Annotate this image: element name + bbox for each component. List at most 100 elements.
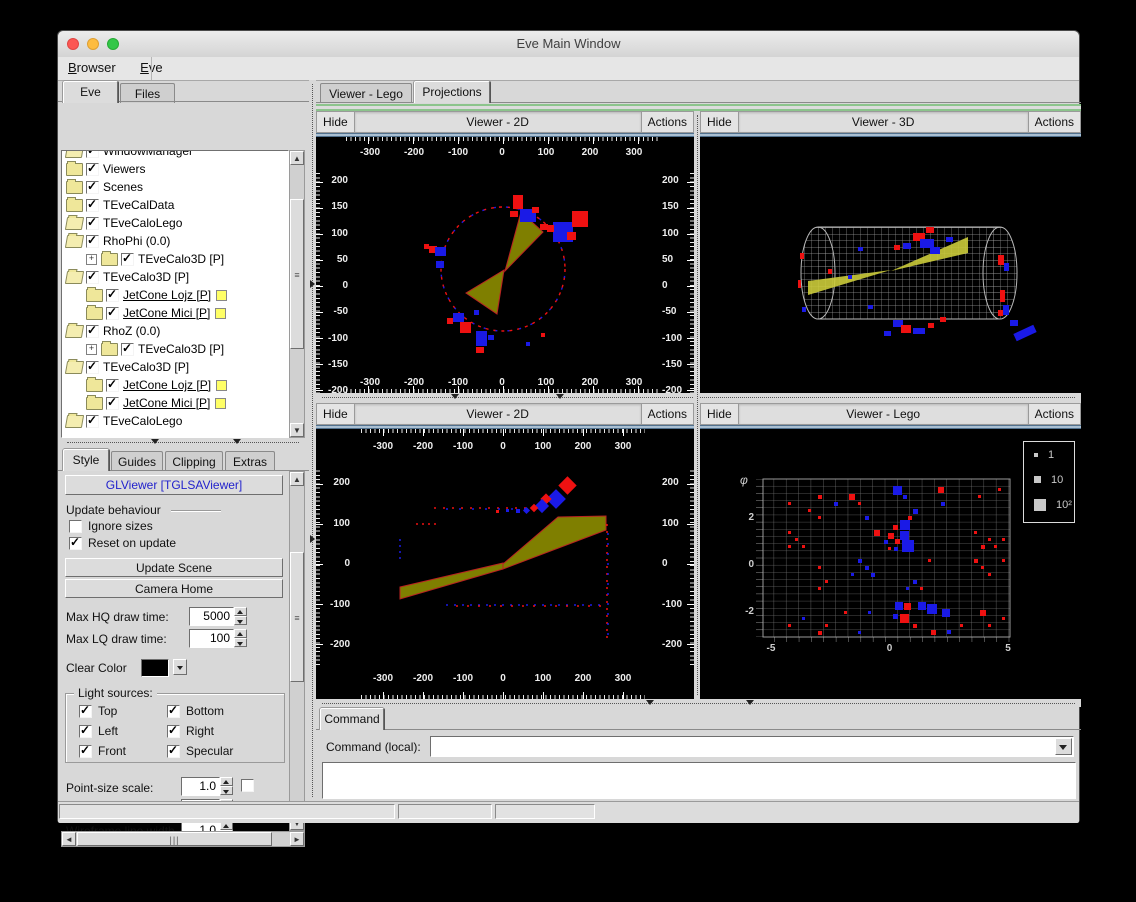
tree-item[interactable]: +TEveCalo3D [P] [62, 340, 288, 358]
viewer3-viewport[interactable]: -300-200-1000100200300 -300-200-10001002… [316, 429, 694, 699]
splitter-arrow-icon[interactable] [746, 700, 754, 705]
spinner-arrows-icon[interactable] [234, 607, 247, 625]
viewer1-viewport[interactable]: -300-200-1000100200300 -300-200-10001002… [316, 137, 694, 393]
tab-extras[interactable]: Extras [225, 451, 275, 471]
tree-checkbox[interactable] [86, 361, 99, 374]
combo-dropdown-icon[interactable] [1055, 738, 1072, 755]
tab-style[interactable]: Style [63, 449, 109, 471]
tree-checkbox[interactable] [86, 181, 99, 194]
light-left-checkbox-row[interactable]: Left [79, 724, 167, 738]
tree-item[interactable]: JetCone Mici [P] [62, 394, 288, 412]
max-lq-value[interactable]: 100 [189, 629, 234, 648]
viewer1-actions-button[interactable]: Actions [641, 112, 693, 132]
tree-item[interactable]: +TEveCalo3D [P] [62, 250, 288, 268]
tree-checkbox[interactable] [121, 343, 134, 356]
checkbox[interactable] [69, 520, 82, 533]
scroll-right-icon[interactable]: ► [290, 832, 304, 846]
light-bottom-checkbox-row[interactable]: Bottom [167, 704, 267, 718]
tree-scroll-thumb[interactable]: ≡ [290, 199, 304, 349]
tree-item[interactable]: Viewers [62, 160, 288, 178]
spinner-arrows-icon[interactable] [234, 629, 247, 647]
splitter-arrow-icon[interactable] [233, 439, 241, 444]
tree-expander-icon[interactable]: + [86, 254, 97, 265]
tree-checkbox[interactable] [106, 307, 119, 320]
checkbox[interactable] [79, 705, 92, 718]
menu-browser[interactable]: Browser [58, 57, 126, 80]
light-right-checkbox-row[interactable]: Right [167, 724, 267, 738]
glviewer-button[interactable]: GLViewer [TGLSAViewer] [65, 475, 283, 495]
spinner-arrows-icon[interactable] [220, 777, 233, 795]
point-size-spinbox[interactable]: 1.0 [181, 777, 233, 796]
point-size-checkbox[interactable] [241, 779, 254, 792]
tree-scrollbar[interactable]: ▲ ▼ ≡ [289, 150, 305, 438]
color-tag[interactable] [216, 380, 227, 391]
scroll-left-icon[interactable]: ◄ [62, 832, 76, 846]
checkbox[interactable] [167, 745, 180, 758]
splitter-arrow-icon[interactable] [646, 700, 654, 705]
color-tag[interactable] [215, 398, 226, 409]
light-top-checkbox-row[interactable]: Top [79, 704, 167, 718]
checkbox[interactable] [69, 537, 82, 550]
color-tag[interactable] [216, 290, 227, 301]
tree-checkbox[interactable] [86, 199, 99, 212]
tree-checkbox[interactable] [106, 289, 119, 302]
camera-home-button[interactable]: Camera Home [65, 579, 283, 598]
tree-checkbox[interactable] [86, 235, 99, 248]
viewer-column-splitter[interactable] [694, 111, 700, 699]
splitter-arrow-icon[interactable] [556, 394, 564, 399]
clear-color-dropdown-icon[interactable] [173, 659, 187, 675]
viewer3-hide-button[interactable]: Hide [317, 404, 355, 424]
main-vertical-splitter[interactable] [309, 80, 316, 801]
scroll-down-icon[interactable]: ▼ [290, 423, 304, 437]
clear-color-swatch[interactable] [141, 659, 169, 677]
tree-item-label[interactable]: JetCone Lojz [P] [123, 288, 211, 302]
ignore-sizes-checkbox-row[interactable]: Ignore sizes [69, 519, 153, 533]
color-tag[interactable] [215, 308, 226, 319]
tree-item[interactable]: TEveCalo3D [P] [62, 268, 288, 286]
tree-checkbox[interactable] [86, 217, 99, 230]
tree-checkbox[interactable] [86, 163, 99, 176]
tree-item[interactable]: RhoZ (0.0) [62, 322, 288, 340]
tab-guides[interactable]: Guides [111, 451, 163, 471]
update-scene-button[interactable]: Update Scene [65, 558, 283, 577]
command-input-combo[interactable] [430, 736, 1074, 757]
tree-item[interactable]: Scenes [62, 178, 288, 196]
tab-projections[interactable]: Projections [414, 81, 490, 103]
tab-eve[interactable]: Eve [63, 81, 118, 103]
point-size-value[interactable]: 1.0 [181, 777, 220, 796]
tree-checkbox[interactable] [86, 325, 99, 338]
checkbox[interactable] [167, 705, 180, 718]
reset-on-update-checkbox-row[interactable]: Reset on update [69, 536, 176, 550]
tree-item[interactable]: TEveCalo3D [P] [62, 358, 288, 376]
tree-checkbox[interactable] [86, 271, 99, 284]
tab-clipping[interactable]: Clipping [165, 451, 223, 471]
hscroll-thumb[interactable]: ||| [77, 832, 272, 846]
splitter-arrow-icon[interactable] [310, 535, 315, 543]
tree-item[interactable]: JetCone Lojz [P] [62, 286, 288, 304]
tree-checkbox[interactable] [106, 379, 119, 392]
viewer4-viewport[interactable]: φ 20-2 -505 11010² [700, 429, 1081, 699]
viewer2-hide-button[interactable]: Hide [701, 112, 739, 132]
splitter-arrow-icon[interactable] [451, 394, 459, 399]
splitter-arrow-icon[interactable] [310, 280, 315, 288]
scroll-up-icon[interactable]: ▲ [290, 472, 304, 486]
viewer1-hide-button[interactable]: Hide [317, 112, 355, 132]
tree-item[interactable]: TEveCaloLego [62, 412, 288, 430]
tree-checkbox[interactable] [121, 253, 134, 266]
viewer2-actions-button[interactable]: Actions [1028, 112, 1080, 132]
max-lq-spinbox[interactable]: 100 [189, 629, 247, 648]
sidebar-hscrollbar[interactable]: ◄ ► ||| [61, 831, 305, 847]
viewer4-actions-button[interactable]: Actions [1028, 404, 1080, 424]
command-input-value[interactable] [431, 739, 435, 753]
max-hq-spinbox[interactable]: 5000 [189, 607, 247, 626]
viewer4-hide-button[interactable]: Hide [701, 404, 739, 424]
tree-item-label[interactable]: JetCone Mici [P] [123, 306, 210, 320]
checkbox[interactable] [79, 725, 92, 738]
tree-item[interactable]: JetCone Lojz [P] [62, 376, 288, 394]
command-splitter[interactable] [316, 699, 1081, 707]
style-panel-scrollbar[interactable]: ▲ ▼ ≡ [289, 471, 305, 831]
checkbox[interactable] [167, 725, 180, 738]
tree-item[interactable]: RhoPhi (0.0) [62, 232, 288, 250]
tree-item-label[interactable]: JetCone Lojz [P] [123, 378, 211, 392]
tab-command[interactable]: Command [320, 708, 384, 730]
